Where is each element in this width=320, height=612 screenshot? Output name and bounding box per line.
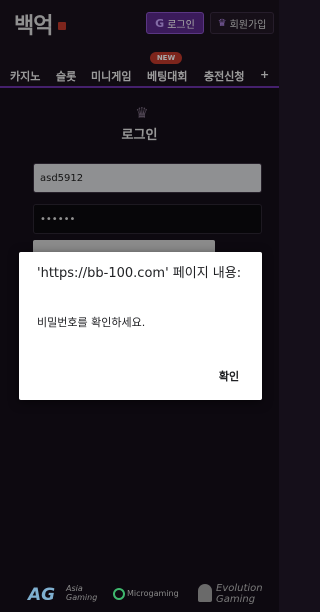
evolution-icon — [198, 584, 212, 602]
ok-button[interactable]: 확인 — [211, 366, 247, 386]
dialog-message: 비밀번호를 확인하세요. — [37, 316, 146, 329]
asia-gaming-line1: Asia — [66, 584, 83, 593]
microgaming-icon — [113, 588, 125, 600]
dialog-title: 'https://bb-100.com' 페이지 내용: — [37, 266, 242, 281]
evolution-line2: Gaming — [216, 594, 256, 605]
asia-gaming-mark: AG — [28, 585, 56, 605]
asia-gaming-logo: AG — [28, 584, 62, 606]
microgaming-name: Microgaming — [127, 589, 179, 598]
evolution-line1: Evolution — [216, 583, 263, 594]
evolution-name: Evolution Gaming — [216, 583, 263, 605]
alert-dialog: 'https://bb-100.com' 페이지 내용: 비밀번호를 확인하세요… — [19, 252, 262, 400]
asia-gaming-line2: Gaming — [66, 593, 98, 602]
footer-providers: AG Asia Gaming Microgaming Evolution Gam… — [0, 564, 279, 612]
asia-gaming-name: Asia Gaming — [66, 584, 97, 602]
